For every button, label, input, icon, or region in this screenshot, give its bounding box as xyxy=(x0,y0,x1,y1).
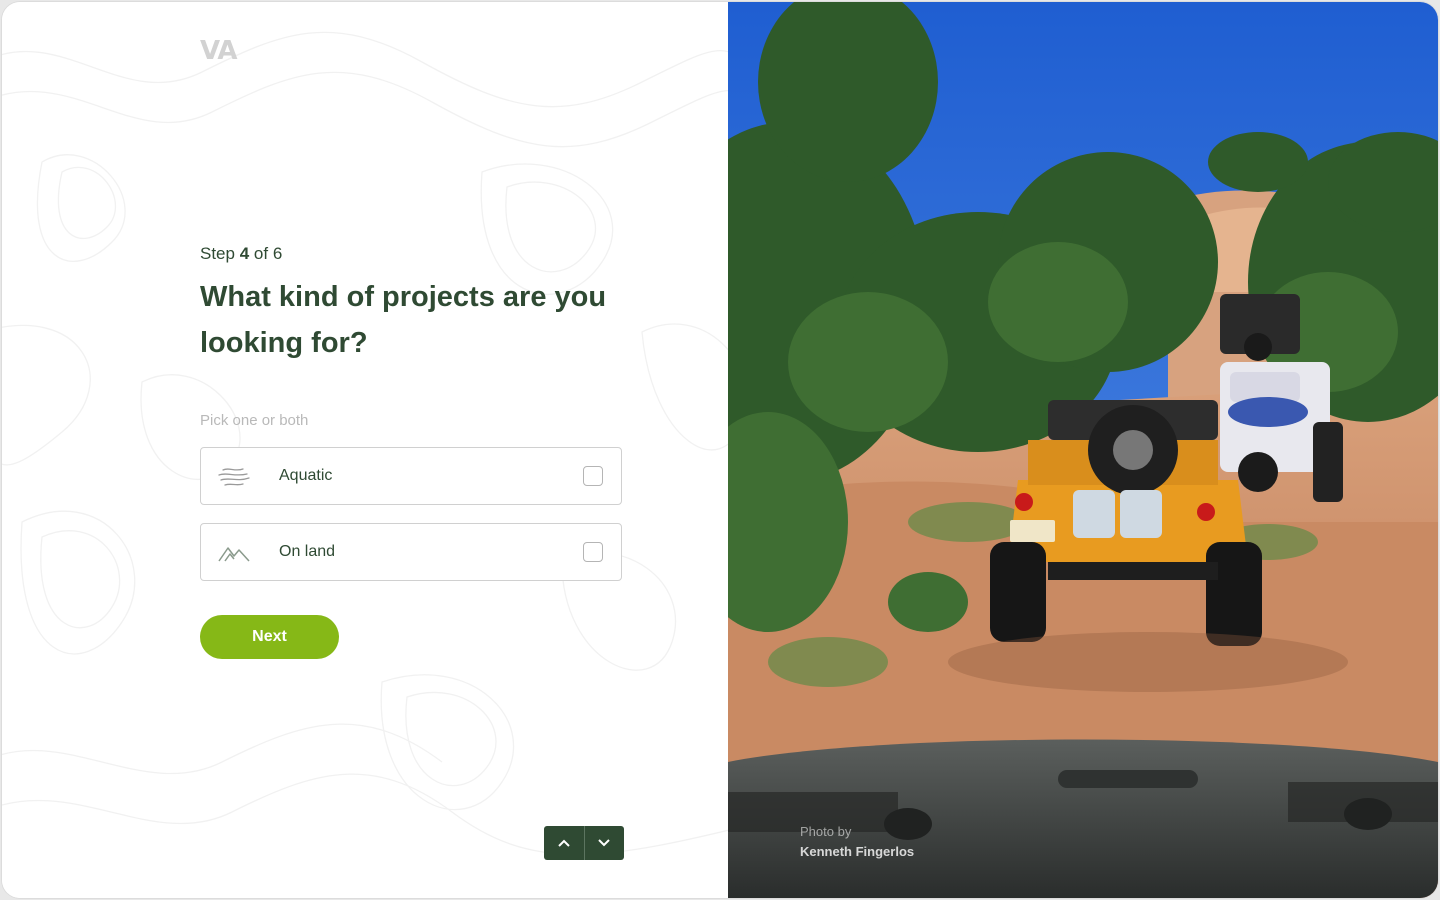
step-suffix: of 6 xyxy=(253,244,283,263)
chevron-up-icon xyxy=(558,839,570,847)
chevron-down-icon xyxy=(598,839,610,847)
aquatic-checkbox[interactable] xyxy=(583,466,603,486)
next-button[interactable]: Next xyxy=(200,615,339,659)
previous-step-button[interactable] xyxy=(544,826,584,860)
step-prefix: Step xyxy=(200,244,235,263)
option-aquatic[interactable]: Aquatic xyxy=(200,447,622,505)
step-indicator: Step 4 of 6 xyxy=(200,244,282,264)
waves-icon xyxy=(218,468,250,486)
offroad-trail-photo xyxy=(728,2,1438,898)
hint-text: Pick one or both xyxy=(200,412,309,429)
question-heading: What kind of projects are you looking fo… xyxy=(200,281,607,359)
step-current: 4 xyxy=(239,244,250,263)
option-label: On land xyxy=(279,543,336,560)
next-step-button[interactable] xyxy=(583,826,624,860)
mountains-icon xyxy=(218,547,250,562)
app-frame: VA Step 4 of 6 What kind of projects are… xyxy=(2,2,1438,898)
photo-credit-prefix: Photo by xyxy=(800,824,852,839)
photo-credit: Photo by Kenneth Fingerlos xyxy=(800,822,914,862)
hero-photo: Photo by Kenneth Fingerlos xyxy=(728,2,1438,898)
option-on-land[interactable]: On land xyxy=(200,523,622,581)
form-panel: VA Step 4 of 6 What kind of projects are… xyxy=(2,2,728,898)
option-label: Aquatic xyxy=(279,467,333,484)
step-navigation xyxy=(544,826,624,860)
on-land-checkbox[interactable] xyxy=(583,542,603,562)
brand-logo[interactable]: VA xyxy=(200,36,237,66)
photo-credit-name[interactable]: Kenneth Fingerlos xyxy=(800,842,914,862)
